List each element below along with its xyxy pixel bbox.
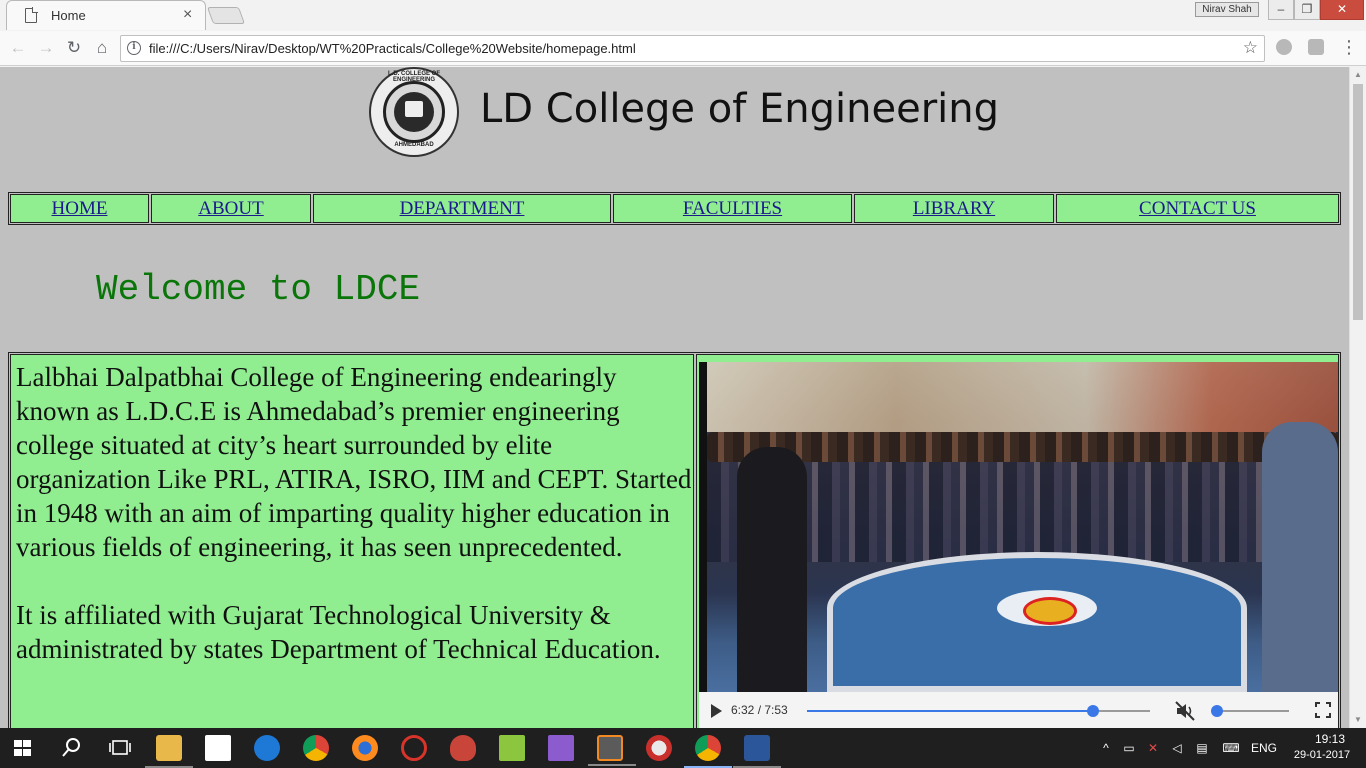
about-paragraph-2: It is affiliated with Gujarat Technologi… xyxy=(16,600,661,664)
address-bar[interactable]: i file:///C:/Users/Nirav/Desktop/WT%20Pr… xyxy=(120,35,1265,62)
nav-cell-home: HOME xyxy=(10,194,149,223)
nav-cell-about: ABOUT xyxy=(151,194,311,223)
logo-top-text: L.D. COLLEGE OF ENGINEERING xyxy=(388,71,440,83)
document-icon xyxy=(25,7,38,23)
play-icon[interactable] xyxy=(711,704,722,718)
notifications-icon[interactable]: ▤ xyxy=(1195,742,1209,754)
nav-cell-contact: CONTACT US xyxy=(1056,194,1339,223)
extension-icon[interactable] xyxy=(1308,39,1324,55)
cloud-app-icon[interactable] xyxy=(450,735,476,761)
clock-date[interactable]: 29-01-2017 xyxy=(1291,749,1353,761)
clock-time[interactable]: 19:13 xyxy=(1306,732,1354,746)
new-tab-button[interactable] xyxy=(206,7,246,24)
nav-link-contact-us[interactable]: CONTACT US xyxy=(1139,198,1256,220)
volume-icon[interactable]: ◁ xyxy=(1170,742,1184,754)
firefox-icon[interactable] xyxy=(352,735,378,761)
power-icon[interactable]: ▭ xyxy=(1122,742,1136,754)
nav-link-about[interactable]: ABOUT xyxy=(198,198,263,220)
tab-title: Home xyxy=(51,8,86,23)
site-title: LD College of Engineering xyxy=(480,86,1000,132)
bookmark-star-icon[interactable]: ☆ xyxy=(1243,38,1258,58)
seek-bar[interactable] xyxy=(807,705,1150,717)
windows-taskbar: ^ ▭ ✕ ◁ ▤ ⌨ ENG 19:13 29-01-2017 xyxy=(0,728,1366,768)
file-explorer-icon[interactable] xyxy=(145,735,193,768)
scroll-down-arrow-icon[interactable]: ▼ xyxy=(1350,712,1366,728)
college-logo: L.D. COLLEGE OF ENGINEERING AHMEDABAD xyxy=(369,67,459,157)
nav-link-home[interactable]: HOME xyxy=(52,198,108,220)
chrome-icon[interactable] xyxy=(303,735,329,761)
seek-progress xyxy=(807,710,1093,712)
keyboard-icon[interactable]: ⌨ xyxy=(1221,742,1241,754)
maximize-button[interactable]: ❐ xyxy=(1294,0,1320,20)
notepad-plus-plus-icon[interactable] xyxy=(499,735,525,761)
video-frame[interactable] xyxy=(707,362,1338,692)
paint-icon[interactable] xyxy=(646,735,672,761)
chrome-menu-icon[interactable]: ⋮ xyxy=(1340,36,1358,58)
video-controls: 6:32 / 7:53 xyxy=(699,692,1338,728)
vertical-scrollbar[interactable]: ▲ ▼ xyxy=(1349,67,1366,728)
browser-toolbar: ← → ↻ ⌂ i file:///C:/Users/Nirav/Desktop… xyxy=(0,31,1366,66)
url-text[interactable]: file:///C:/Users/Nirav/Desktop/WT%20Prac… xyxy=(149,41,636,56)
reload-icon[interactable]: ↻ xyxy=(63,37,85,59)
nav-cell-library: LIBRARY xyxy=(854,194,1054,223)
page-viewport: L.D. COLLEGE OF ENGINEERING AHMEDABAD LD… xyxy=(0,67,1349,728)
word-icon[interactable] xyxy=(733,735,781,768)
edge-icon[interactable] xyxy=(254,735,280,761)
seek-thumb[interactable] xyxy=(1086,705,1099,717)
task-view-icon[interactable] xyxy=(107,735,133,761)
profile-button[interactable]: Nirav Shah xyxy=(1195,2,1259,17)
scroll-up-arrow-icon[interactable]: ▲ xyxy=(1350,67,1366,83)
red-app-icon[interactable] xyxy=(401,735,427,761)
video-cell: 6:32 / 7:53 xyxy=(696,354,1339,728)
volume-thumb[interactable] xyxy=(1211,705,1223,717)
sublime-text-icon[interactable] xyxy=(588,735,636,766)
windows-start-icon[interactable] xyxy=(14,740,32,757)
show-hidden-icons-icon[interactable]: ^ xyxy=(1099,742,1113,754)
chrome-active-icon[interactable] xyxy=(684,735,732,768)
window-close-button[interactable]: ✕ xyxy=(1320,0,1364,20)
skype-extension-icon[interactable] xyxy=(1276,39,1292,55)
back-icon[interactable]: ← xyxy=(7,37,29,59)
muted-speaker-icon[interactable] xyxy=(1174,700,1196,722)
forward-icon[interactable]: → xyxy=(35,37,57,59)
main-nav: HOME ABOUT DEPARTMENT FACULTIES LIBRARY … xyxy=(8,192,1341,225)
minimize-button[interactable]: – xyxy=(1268,0,1294,20)
volume-slider[interactable] xyxy=(1211,705,1289,717)
language-indicator[interactable]: ENG xyxy=(1251,741,1277,755)
browser-tab-home[interactable]: Home × xyxy=(6,0,206,30)
store-icon[interactable] xyxy=(205,735,231,761)
scroll-thumb[interactable] xyxy=(1353,84,1363,320)
browser-tab-strip: Home × Nirav Shah – ❐ ✕ xyxy=(0,0,1366,31)
welcome-heading: Welcome to LDCE xyxy=(96,269,421,310)
nav-link-faculties[interactable]: FACULTIES xyxy=(683,198,782,220)
tab-close-icon[interactable]: × xyxy=(183,6,192,24)
about-paragraph-1: Lalbhai Dalpatbhai College of Engineerin… xyxy=(16,362,692,562)
nav-link-department[interactable]: DEPARTMENT xyxy=(400,198,525,220)
nav-cell-faculties: FACULTIES xyxy=(613,194,852,223)
content-table: Lalbhai Dalpatbhai College of Engineerin… xyxy=(8,352,1341,728)
fullscreen-icon[interactable] xyxy=(1315,702,1331,718)
home-icon[interactable]: ⌂ xyxy=(91,37,113,59)
visual-studio-icon[interactable] xyxy=(548,735,574,761)
logo-bottom-text: AHMEDABAD xyxy=(394,142,434,148)
video-player[interactable]: 6:32 / 7:53 xyxy=(699,362,1338,728)
network-icon[interactable]: ✕ xyxy=(1146,742,1160,754)
page-info-icon[interactable]: i xyxy=(127,41,141,55)
nav-cell-department: DEPARTMENT xyxy=(313,194,611,223)
search-icon[interactable] xyxy=(58,735,84,761)
about-text-cell: Lalbhai Dalpatbhai College of Engineerin… xyxy=(10,354,694,728)
video-timecode: 6:32 / 7:53 xyxy=(731,703,788,717)
nav-link-library[interactable]: LIBRARY xyxy=(913,198,995,220)
